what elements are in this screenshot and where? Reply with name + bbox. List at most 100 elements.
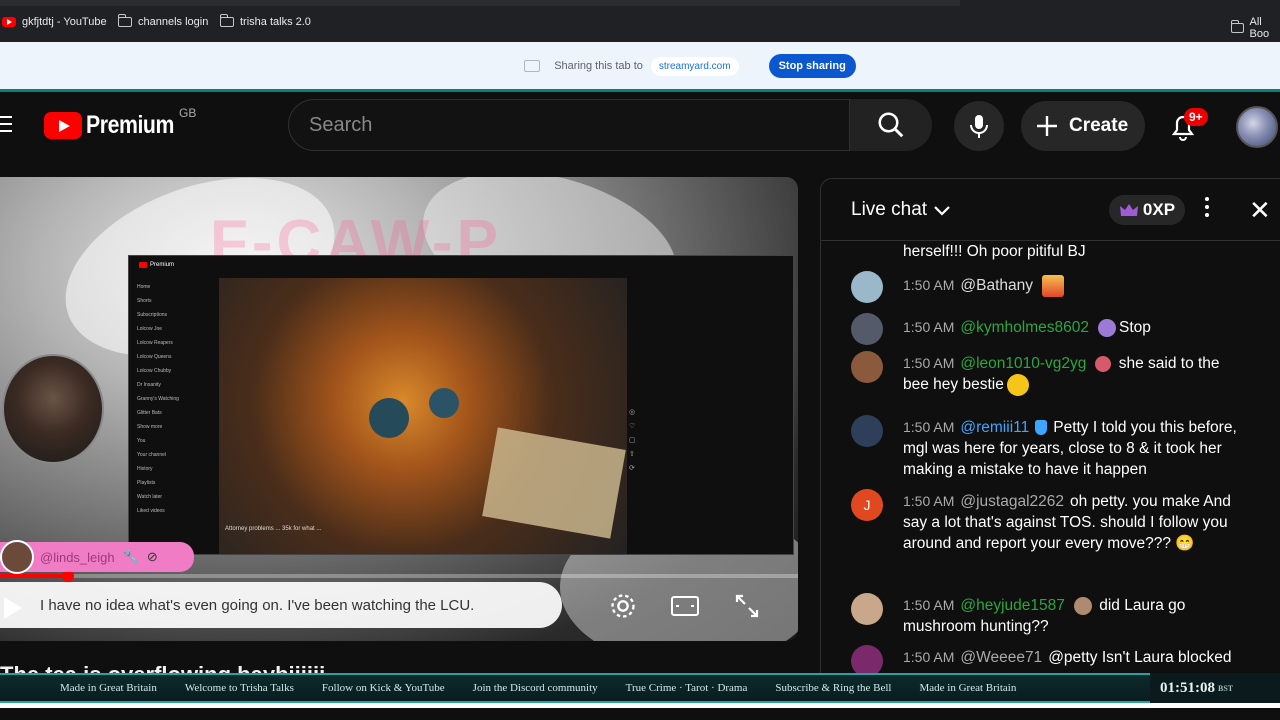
avatar[interactable] bbox=[851, 351, 883, 383]
message-author[interactable]: @kymholmes8602 bbox=[960, 319, 1089, 336]
inner-sidebar-item: Playlists bbox=[137, 480, 156, 486]
avatar[interactable] bbox=[851, 313, 883, 345]
avatar[interactable] bbox=[851, 593, 883, 625]
logo-word: Premium bbox=[86, 111, 174, 139]
inner-sidebar-item: Glitter Bats bbox=[137, 410, 162, 416]
xp-button[interactable]: 0XP bbox=[1109, 195, 1185, 225]
message-author[interactable]: @justagal2262 bbox=[960, 493, 1064, 510]
create-button[interactable]: Create bbox=[1021, 101, 1145, 151]
voice-search-button[interactable] bbox=[954, 101, 1004, 151]
inner-sidebar-item: Show more bbox=[137, 424, 163, 430]
notification-count-badge: 9+ bbox=[1184, 108, 1208, 126]
message-time: 1:50 AM bbox=[903, 277, 955, 294]
shared-screen-capture: Premium Home Shorts Subscriptions Lolcow… bbox=[128, 255, 794, 555]
inner-video-frame bbox=[219, 278, 627, 554]
youtube-header: Premium GB Create 9+ bbox=[0, 92, 1280, 162]
avatar[interactable] bbox=[851, 415, 883, 447]
bookmark-youtube[interactable]: gkfjtdtj - YouTube bbox=[2, 16, 107, 28]
inner-sidebar-item: Lolcow Joe bbox=[137, 326, 163, 332]
message-author[interactable]: @leon1010-vg2yg bbox=[960, 355, 1086, 372]
youtube-icon bbox=[2, 17, 16, 27]
video-player[interactable]: F-CAW-P Premium Home Shorts Subscription… bbox=[0, 177, 798, 641]
folder-icon bbox=[117, 14, 132, 27]
stream-clock: 01:51:08 BST bbox=[1150, 673, 1280, 703]
inner-sidebar-item: Lolcow Queens bbox=[137, 354, 172, 360]
moderator-shield-icon bbox=[1035, 420, 1048, 436]
inner-sidebar-item: Subscriptions bbox=[137, 312, 168, 318]
badge-icon bbox=[1073, 596, 1092, 615]
chat-header: Live chat 0XP ✕ bbox=[821, 179, 1280, 241]
inner-sidebar-item: Shorts bbox=[137, 298, 152, 304]
bookmark-all-bookmarks[interactable]: All Boo bbox=[1230, 16, 1280, 40]
message-text: herself!!! Oh poor pitiful BJ bbox=[903, 243, 1086, 260]
message-time: 1:50 AM bbox=[903, 319, 955, 335]
message-time: 1:50 AM bbox=[903, 493, 955, 509]
avatar[interactable] bbox=[851, 271, 883, 303]
inner-sidebar-item: Your channel bbox=[137, 452, 167, 458]
document-prop bbox=[482, 427, 626, 539]
bookmark-label: All Boo bbox=[1249, 16, 1270, 40]
ticker-item: Follow on Kick & YouTube bbox=[321, 682, 445, 694]
ticker-item: Made in Great Britain bbox=[919, 682, 1017, 694]
chevron-down-icon bbox=[934, 206, 950, 216]
ticker-item: Subscribe & Ring the Bell bbox=[775, 682, 892, 694]
sharing-domain: streamyard.com bbox=[650, 56, 739, 76]
message-time: 1:50 AM bbox=[903, 649, 955, 665]
comment-username: @linds_leigh bbox=[40, 549, 115, 565]
inner-sidebar-item: Watch later bbox=[137, 494, 163, 500]
bookmark-label: channels login bbox=[138, 16, 209, 28]
bookmark-channels-login[interactable]: channels login bbox=[117, 14, 209, 28]
settings-gear-icon[interactable] bbox=[606, 589, 640, 623]
badge-icon bbox=[1095, 355, 1112, 372]
avatar[interactable]: J bbox=[851, 489, 883, 521]
chat-title: Live chat bbox=[851, 199, 928, 220]
sharing-text: Sharing this tab to bbox=[554, 60, 643, 72]
message-author[interactable]: @remiii11 bbox=[960, 419, 1029, 436]
message-author[interactable]: @heyjude1587 bbox=[960, 597, 1065, 614]
screen-share-icon bbox=[524, 60, 541, 72]
no-entry-icon: ⊘ bbox=[146, 549, 158, 564]
bookmark-trisha-talks[interactable]: trisha talks 2.0 bbox=[219, 14, 311, 28]
create-label: Create bbox=[1069, 115, 1129, 136]
message-time: 1:50 AM bbox=[903, 419, 955, 435]
bottom-edge bbox=[0, 708, 1280, 720]
search-button[interactable] bbox=[850, 99, 932, 151]
ticker-item: Made in Great Britain bbox=[60, 682, 157, 694]
close-icon[interactable]: ✕ bbox=[1249, 197, 1271, 223]
bookmark-label: trisha talks 2.0 bbox=[240, 16, 311, 28]
inner-sidebar-item: Lolcow Chubby bbox=[137, 368, 172, 374]
play-icon[interactable] bbox=[4, 597, 22, 619]
live-chat-panel: Live chat 0XP ✕ herself!!! Oh poor pitif… bbox=[820, 178, 1280, 673]
creature-eye bbox=[429, 388, 459, 418]
account-avatar[interactable] bbox=[1236, 106, 1278, 148]
comment-text: I have no idea what's even going on. I'v… bbox=[40, 596, 475, 614]
folder-icon bbox=[1230, 20, 1244, 33]
crown-icon bbox=[1119, 204, 1138, 216]
stop-sharing-button[interactable]: Stop sharing bbox=[768, 54, 856, 78]
clock-time: 01:51:08 bbox=[1160, 679, 1215, 696]
search-icon bbox=[878, 112, 904, 138]
youtube-premium-logo[interactable]: Premium GB bbox=[44, 106, 196, 140]
streamer-webcam bbox=[2, 354, 104, 464]
inner-logo: Premium bbox=[139, 262, 174, 268]
message-time: 1:50 AM bbox=[903, 597, 955, 613]
inner-logo-word: Premium bbox=[150, 262, 175, 268]
video-progress-bar[interactable] bbox=[0, 570, 798, 582]
search-input[interactable] bbox=[309, 114, 809, 137]
inner-sidebar-item: Home bbox=[137, 284, 151, 290]
youtube-icon bbox=[139, 262, 147, 268]
ticker-item: Welcome to Trisha Talks bbox=[184, 682, 294, 694]
menu-icon[interactable] bbox=[0, 116, 12, 137]
fullscreen-icon[interactable] bbox=[730, 589, 764, 623]
bookmark-label: gkfjtdtj - YouTube bbox=[22, 16, 107, 28]
message-author[interactable]: @Bathany bbox=[960, 277, 1033, 294]
xp-value: 0XP bbox=[1142, 200, 1176, 219]
chat-mode-dropdown[interactable]: Live chat bbox=[851, 199, 951, 221]
nauseated-face-icon bbox=[1006, 374, 1029, 396]
comment-overlay: I have no idea what's even going on. I'v… bbox=[0, 582, 562, 628]
theater-mode-icon[interactable] bbox=[668, 589, 702, 623]
more-options-icon[interactable] bbox=[1205, 197, 1211, 221]
avatar[interactable] bbox=[851, 645, 883, 673]
message-author[interactable]: @Weeee71 bbox=[960, 649, 1042, 666]
search-box[interactable] bbox=[288, 99, 850, 151]
